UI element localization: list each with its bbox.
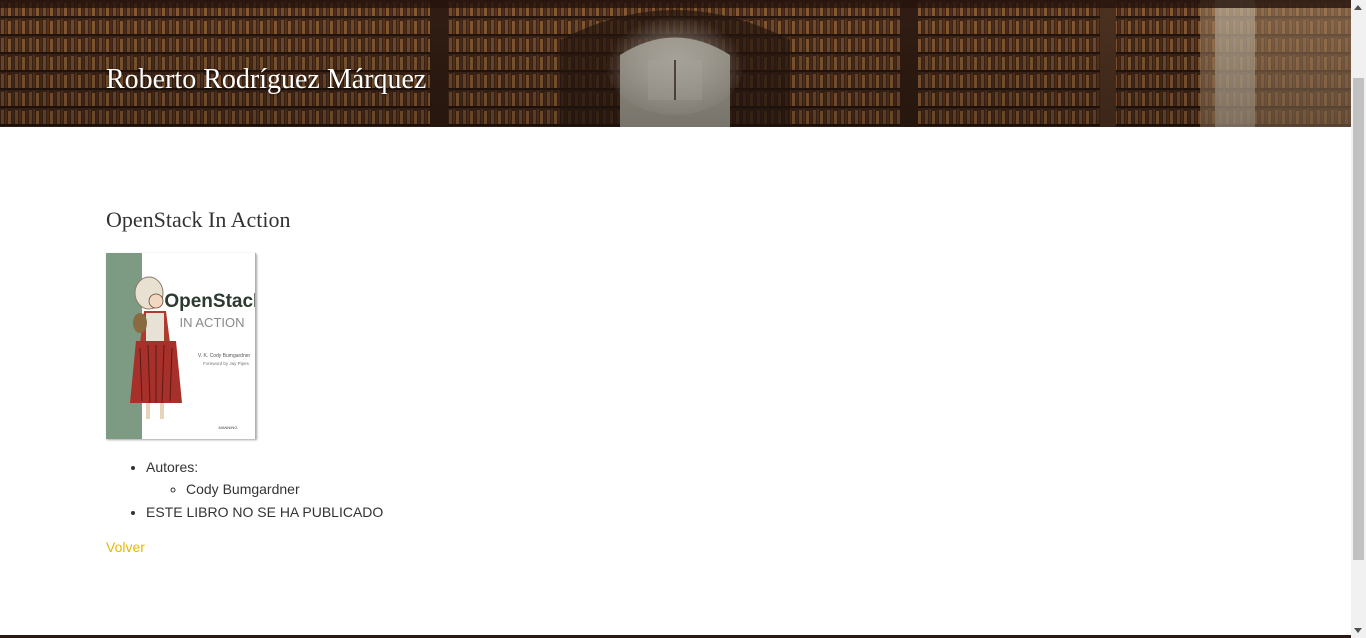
svg-text:MANNING: MANNING [219, 425, 238, 430]
author-item: Cody Bumgardner [186, 478, 383, 500]
header-banner: Roberto Rodríguez Márquez [0, 0, 1351, 127]
book-cover-image: OpenStack IN ACTION V. K. Cody Bumgardne… [106, 253, 256, 439]
publication-status: ESTE LIBRO NO SE HA PUBLICADO [146, 501, 383, 523]
back-link[interactable]: Volver [106, 537, 145, 557]
svg-text:V. K. Cody Bumgardner: V. K. Cody Bumgardner [198, 353, 251, 359]
book-title: OpenStack In Action [106, 207, 291, 232]
authors-list: Cody Bumgardner [146, 478, 383, 500]
svg-text:Foreword by Jay Pipes: Foreword by Jay Pipes [203, 361, 250, 366]
scroll-up-arrow-icon[interactable] [1354, 5, 1362, 10]
authors-item: Autores: Cody Bumgardner [146, 456, 383, 500]
site-title[interactable]: Roberto Rodríguez Márquez [106, 62, 426, 98]
scrollbar-thumb[interactable] [1353, 78, 1364, 560]
svg-text:OpenStack: OpenStack [164, 291, 256, 312]
svg-text:IN ACTION: IN ACTION [179, 315, 244, 330]
scroll-down-arrow-icon[interactable] [1354, 628, 1362, 633]
authors-label: Autores: [146, 459, 199, 475]
vertical-scrollbar[interactable] [1351, 0, 1366, 638]
book-details-list: Autores: Cody Bumgardner ESTE LIBRO NO S… [106, 456, 383, 523]
page: Roberto Rodríguez Márquez OpenStack In A… [0, 0, 1351, 638]
